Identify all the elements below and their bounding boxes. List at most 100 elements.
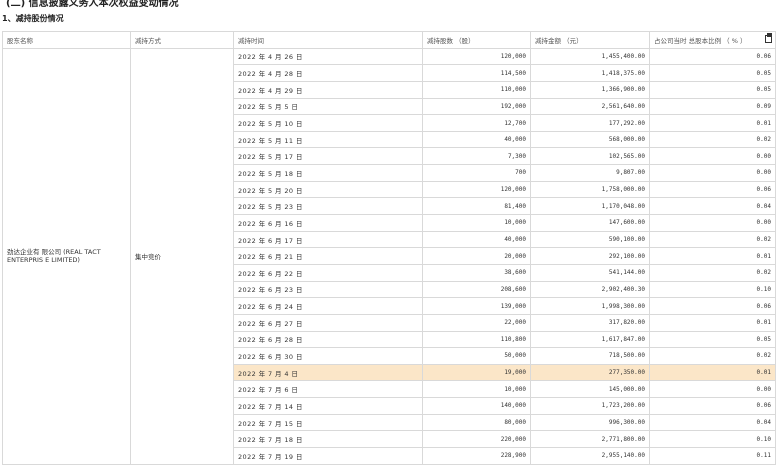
cell-date: 2022 年 5 月 23 日 (233, 197, 423, 216)
cell-ratio: 0.06 (649, 397, 776, 415)
cell-amount: 996,300.00 (530, 413, 650, 432)
reduction-method: 集中竞价 (130, 47, 234, 465)
header-holder: 股东名称 (2, 31, 131, 49)
cell-ratio: 0.05 (649, 80, 776, 99)
cell-shares: 10,000 (422, 380, 531, 399)
cell-shares: 38,600 (422, 263, 531, 282)
cell-amount: 102,565.00 (530, 147, 650, 166)
table-header-row: 股东名称 减持方式 减持时间 减持股数 （股） 减持金额 （元） 占公司当时 总… (2, 31, 776, 49)
cell-date: 2022 年 6 月 23 日 (233, 280, 423, 299)
cell-ratio: 0.04 (649, 413, 776, 432)
clipped-heading: (二) 信息披露义务人本次权益变动情况 (6, 0, 179, 9)
cell-ratio: 0.06 (649, 297, 776, 315)
cell-date: 2022 年 6 月 30 日 (233, 347, 423, 365)
cell-date: 2022 年 6 月 24 日 (233, 297, 423, 315)
cell-amount: 568,000.00 (530, 130, 650, 149)
cell-amount: 177,292.00 (530, 114, 650, 132)
cell-amount: 1,455,400.00 (530, 47, 650, 66)
cell-ratio: 0.06 (649, 180, 776, 199)
cell-amount: 1,366,900.00 (530, 80, 650, 99)
header-date: 减持时间 (233, 31, 423, 49)
cell-date: 2022 年 4 月 28 日 (233, 64, 423, 82)
cell-date: 2022 年 6 月 17 日 (233, 230, 423, 249)
cell-shares: 139,000 (422, 297, 531, 315)
cell-shares: 110,000 (422, 80, 531, 99)
cell-shares: 50,000 (422, 347, 531, 365)
cell-date: 2022 年 7 月 14 日 (233, 397, 423, 415)
cell-ratio: 0.02 (649, 263, 776, 282)
cell-amount: 277,350.00 (530, 363, 650, 382)
cell-shares: 114,500 (422, 64, 531, 82)
cell-date: 2022 年 7 月 6 日 (233, 380, 423, 399)
cell-amount: 147,600.00 (530, 214, 650, 232)
cell-shares: 110,800 (422, 330, 531, 349)
cell-amount: 1,758,000.00 (530, 180, 650, 199)
cell-date: 2022 年 4 月 29 日 (233, 80, 423, 99)
cell-amount: 2,771,800.00 (530, 430, 650, 449)
cell-date: 2022 年 6 月 28 日 (233, 330, 423, 349)
cell-shares: 120,000 (422, 180, 531, 199)
cell-date: 2022 年 5 月 18 日 (233, 164, 423, 182)
cell-ratio: 0.10 (649, 280, 776, 299)
cell-date: 2022 年 6 月 27 日 (233, 313, 423, 332)
cell-ratio: 0.05 (649, 330, 776, 349)
reduction-table: 股东名称 减持方式 减持时间 减持股数 （股） 减持金额 （元） 占公司当时 总… (2, 31, 776, 465)
cell-ratio: 0.02 (649, 347, 776, 365)
section-title: 1、减持股份情况 (2, 14, 64, 23)
cell-ratio: 0.05 (649, 64, 776, 82)
cell-ratio: 0.06 (649, 47, 776, 66)
cell-shares: 208,600 (422, 280, 531, 299)
cell-amount: 1,723,200.00 (530, 397, 650, 415)
cell-ratio: 0.01 (649, 247, 776, 265)
cell-shares: 40,000 (422, 230, 531, 249)
cell-shares: 192,000 (422, 97, 531, 116)
cell-ratio: 0.04 (649, 197, 776, 216)
cell-amount: 541,144.00 (530, 263, 650, 282)
cell-amount: 292,100.00 (530, 247, 650, 265)
cell-date: 2022 年 6 月 22 日 (233, 263, 423, 282)
cell-date: 2022 年 5 月 5 日 (233, 97, 423, 116)
cell-ratio: 0.10 (649, 430, 776, 449)
cell-amount: 590,100.00 (530, 230, 650, 249)
export-icon[interactable] (765, 33, 772, 43)
cell-date: 2022 年 7 月 15 日 (233, 413, 423, 432)
cell-shares: 140,000 (422, 397, 531, 415)
cell-amount: 2,561,640.00 (530, 97, 650, 116)
table-row: 劲达企业有 限公司 (REAL TACT ENTERPRIS E LIMITED… (2, 47, 776, 465)
cell-date: 2022 年 6 月 16 日 (233, 214, 423, 232)
cell-date: 2022 年 5 月 11 日 (233, 130, 423, 149)
cell-amount: 317,820.00 (530, 313, 650, 332)
cell-shares: 19,000 (422, 363, 531, 382)
cell-ratio: 0.09 (649, 97, 776, 116)
cell-amount: 1,418,375.00 (530, 64, 650, 82)
cell-ratio: 0.00 (649, 380, 776, 399)
header-amount: 减持金额 （元） (530, 31, 650, 49)
cell-ratio: 0.00 (649, 214, 776, 232)
cell-shares: 81,400 (422, 197, 531, 216)
header-method: 减持方式 (130, 31, 234, 49)
cell-shares: 40,000 (422, 130, 531, 149)
table-body: 劲达企业有 限公司 (REAL TACT ENTERPRIS E LIMITED… (2, 47, 776, 465)
cell-amount: 1,170,048.00 (530, 197, 650, 216)
header-shares: 减持股数 （股） (422, 31, 531, 49)
holder-name: 劲达企业有 限公司 (REAL TACT ENTERPRIS E LIMITED… (2, 47, 131, 465)
cell-ratio: 0.02 (649, 130, 776, 149)
cell-shares: 220,000 (422, 430, 531, 449)
cell-amount: 1,998,300.00 (530, 297, 650, 315)
cell-amount: 718,500.00 (530, 347, 650, 365)
cell-amount: 145,000.00 (530, 380, 650, 399)
cell-date: 2022 年 5 月 17 日 (233, 147, 423, 166)
cell-date: 2022 年 7 月 18 日 (233, 430, 423, 449)
cell-shares: 700 (422, 164, 531, 182)
cell-date: 2022 年 7 月 4 日 (233, 363, 423, 382)
cell-date: 2022 年 7 月 19 日 (233, 447, 423, 465)
cell-shares: 120,000 (422, 47, 531, 66)
cell-date: 2022 年 5 月 20 日 (233, 180, 423, 199)
cell-date: 2022 年 4 月 26 日 (233, 47, 423, 66)
cell-shares: 80,000 (422, 413, 531, 432)
cell-date: 2022 年 6 月 21 日 (233, 247, 423, 265)
cell-ratio: 0.00 (649, 164, 776, 182)
cell-amount: 2,902,400.30 (530, 280, 650, 299)
header-ratio: 占公司当时 总股本比例 （ % ） (654, 36, 747, 45)
cell-shares: 20,000 (422, 247, 531, 265)
